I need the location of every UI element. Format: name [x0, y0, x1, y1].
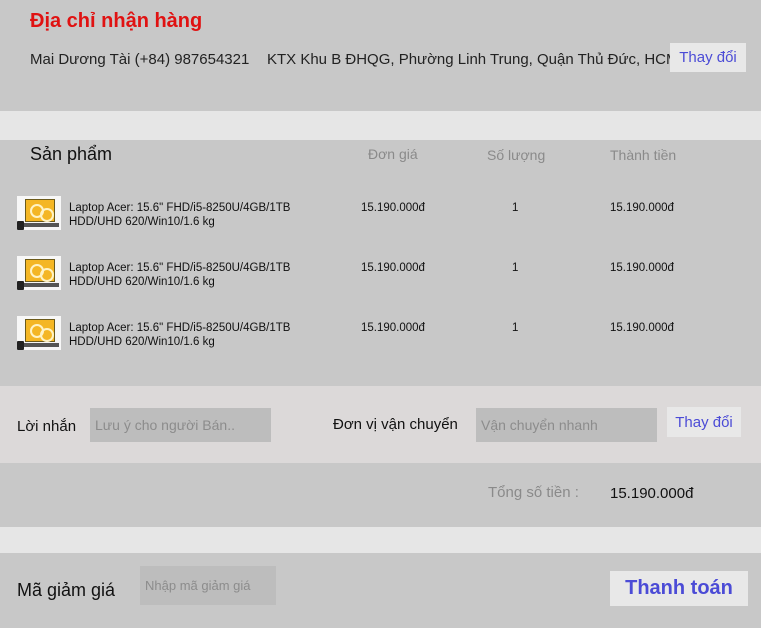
change-shipping-button[interactable]: Thay đổi — [667, 407, 741, 437]
product-subtotal: 15.190.000đ — [610, 262, 674, 274]
address-title: Địa chỉ nhận hàng — [30, 10, 203, 32]
checkout-button[interactable]: Thanh toán — [610, 571, 748, 606]
address-detail: KTX Khu B ĐHQG, Phường Linh Trung, Quận … — [267, 51, 679, 68]
column-header-quantity: Số lượng — [487, 147, 546, 163]
change-address-button[interactable]: Thay đổi — [670, 43, 746, 72]
product-price: 15.190.000đ — [361, 202, 425, 214]
note-shipping-section: Lời nhắn Đơn vị vận chuyển Thay đổi — [0, 386, 761, 463]
column-header-price: Đơn giá — [368, 146, 418, 162]
product-row: Laptop Acer: 15.6" FHD/i5-8250U/4GB/1TB … — [0, 316, 761, 356]
section-divider — [0, 527, 761, 553]
total-section: Tổng số tiền : 15.190.000đ — [0, 463, 761, 527]
checkout-section: Mã giảm giá Thanh toán — [0, 553, 761, 628]
total-amount: 15.190.000đ — [610, 485, 694, 502]
note-label: Lời nhắn — [17, 418, 77, 435]
product-row: Laptop Acer: 15.6" FHD/i5-8250U/4GB/1TB … — [0, 196, 761, 236]
product-subtotal: 15.190.000đ — [610, 202, 674, 214]
laptop-thumbnail-icon — [17, 256, 61, 290]
coupon-input[interactable] — [140, 566, 276, 605]
column-header-subtotal: Thành tiền — [610, 147, 677, 163]
products-section: Sản phẩm Đơn giá Số lượng Thành tiền Lap… — [0, 140, 761, 386]
coupon-label: Mã giảm giá — [17, 580, 116, 600]
shipping-label: Đơn vị vận chuyển — [333, 416, 458, 433]
product-name: Laptop Acer: 15.6" FHD/i5-8250U/4GB/1TB … — [69, 262, 291, 288]
product-subtotal: 15.190.000đ — [610, 322, 674, 334]
product-quantity: 1 — [512, 322, 519, 334]
shipping-input[interactable] — [476, 408, 657, 442]
laptop-thumbnail-icon — [17, 196, 61, 230]
product-quantity: 1 — [512, 202, 519, 214]
column-header-product: Sản phẩm — [30, 144, 113, 164]
product-price: 15.190.000đ — [361, 262, 425, 274]
product-price: 15.190.000đ — [361, 322, 425, 334]
section-divider — [0, 111, 761, 140]
recipient-name-phone: Mai Dương Tài (+84) 987654321 — [30, 51, 250, 68]
product-name: Laptop Acer: 15.6" FHD/i5-8250U/4GB/1TB … — [69, 202, 291, 228]
note-input[interactable] — [90, 408, 271, 442]
total-label: Tổng số tiền : — [488, 484, 579, 501]
product-name: Laptop Acer: 15.6" FHD/i5-8250U/4GB/1TB … — [69, 322, 291, 348]
product-quantity: 1 — [512, 262, 519, 274]
laptop-thumbnail-icon — [17, 316, 61, 350]
product-row: Laptop Acer: 15.6" FHD/i5-8250U/4GB/1TB … — [0, 256, 761, 296]
address-section: Địa chỉ nhận hàng Mai Dương Tài (+84) 98… — [0, 0, 761, 111]
